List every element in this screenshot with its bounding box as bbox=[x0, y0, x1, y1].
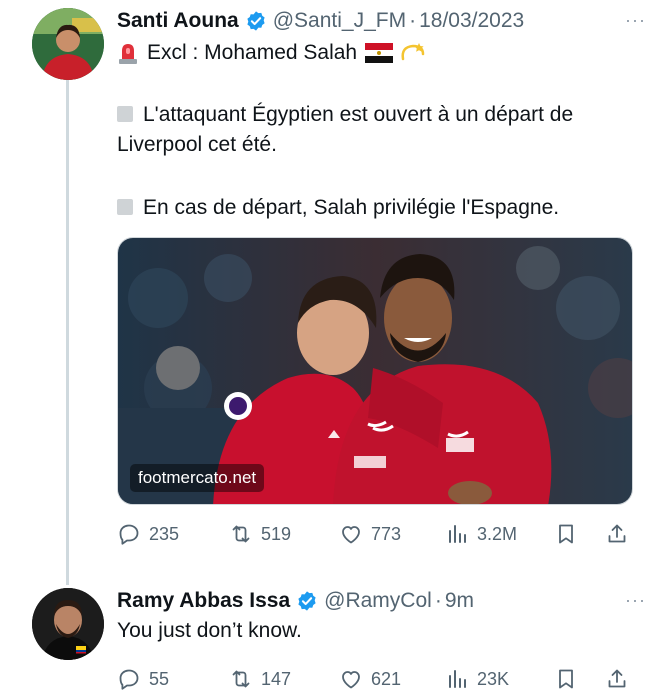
author-handle[interactable]: @Santi_J_FM bbox=[273, 9, 406, 33]
like-button[interactable]: 621 bbox=[339, 663, 401, 695]
tweet-text-paragraph: L'attaquant Égyptien est ouvert à un dép… bbox=[117, 100, 636, 160]
share-button[interactable] bbox=[605, 663, 629, 695]
bookmark-button[interactable] bbox=[554, 663, 578, 695]
repost-icon bbox=[232, 670, 250, 688]
more-options-icon[interactable]: ··· bbox=[625, 10, 646, 31]
repost-button[interactable]: 519 bbox=[229, 518, 291, 550]
separator-dot: · bbox=[434, 589, 442, 612]
like-icon bbox=[342, 526, 360, 544]
views-icon bbox=[449, 525, 466, 543]
views-button[interactable]: 23K bbox=[445, 663, 509, 695]
tweet-text-paragraph: En cas de départ, Salah privilégie l'Esp… bbox=[117, 193, 636, 223]
views-count: 3.2M bbox=[477, 523, 518, 544]
bullet-square-icon bbox=[117, 106, 133, 122]
reply-count: 55 bbox=[149, 668, 170, 689]
timestamp[interactable]: 9m bbox=[445, 589, 474, 613]
author-name[interactable]: Santi Aouna bbox=[117, 9, 239, 33]
views-count: 23K bbox=[477, 668, 510, 689]
tweet-text-line1: Excl : Mohamed Salah bbox=[117, 38, 636, 68]
repost-count: 147 bbox=[261, 668, 292, 689]
tweet-text: You just don’t know. bbox=[117, 619, 302, 642]
siren-emoji-icon bbox=[117, 41, 139, 65]
tweet-actions: 55 147 621 23K bbox=[117, 663, 637, 695]
paragraph-text: L'attaquant Égyptien est ouvert à un dép… bbox=[117, 103, 574, 156]
egypt-flag-icon bbox=[365, 43, 394, 63]
tweet-media-photo[interactable]: footmercato.net bbox=[117, 237, 633, 505]
more-options-icon[interactable]: ··· bbox=[625, 590, 646, 611]
bullet-square-icon bbox=[117, 199, 133, 215]
avatar-image bbox=[32, 588, 104, 660]
watermark-label: footmercato.net bbox=[130, 464, 265, 492]
reply-tweet[interactable]: Ramy Abbas Issa @RamyCol · 9m ··· You ju… bbox=[0, 580, 666, 699]
timestamp[interactable]: 18/03/2023 bbox=[419, 9, 524, 33]
reply-icon bbox=[119, 524, 139, 545]
repost-icon bbox=[232, 525, 250, 543]
reply-count: 235 bbox=[149, 523, 180, 544]
tweet-header: Santi Aouna @Santi_J_FM · 18/03/2023 ··· bbox=[117, 6, 646, 36]
views-button[interactable]: 3.2M bbox=[445, 518, 517, 550]
repost-button[interactable]: 147 bbox=[229, 663, 291, 695]
paragraph-text: En cas de départ, Salah privilégie l'Esp… bbox=[143, 196, 560, 219]
views-icon bbox=[449, 670, 466, 688]
bookmark-button[interactable] bbox=[554, 518, 578, 550]
share-icon bbox=[608, 669, 626, 688]
repost-count: 519 bbox=[261, 523, 292, 544]
reply-icon bbox=[119, 669, 139, 690]
verified-badge-icon bbox=[296, 590, 318, 612]
dizzy-emoji-icon bbox=[399, 41, 427, 65]
bookmark-icon bbox=[559, 669, 573, 689]
tweet-header: Ramy Abbas Issa @RamyCol · 9m ··· bbox=[117, 586, 646, 616]
headline-text: Excl : Mohamed Salah bbox=[147, 41, 358, 64]
avatar[interactable] bbox=[32, 588, 104, 660]
share-icon bbox=[608, 524, 626, 543]
tweet[interactable]: Santi Aouna @Santi_J_FM · 18/03/2023 ···… bbox=[0, 0, 666, 570]
bookmark-icon bbox=[559, 524, 573, 544]
reply-button[interactable]: 235 bbox=[117, 518, 179, 550]
verified-badge-icon bbox=[245, 10, 267, 32]
like-count: 621 bbox=[371, 668, 402, 689]
author-handle[interactable]: @RamyCol bbox=[324, 589, 432, 613]
separator-dot: · bbox=[409, 9, 417, 32]
tweet-actions: 235 519 773 3.2M bbox=[117, 518, 637, 550]
share-button[interactable] bbox=[605, 518, 629, 550]
like-count: 773 bbox=[371, 523, 402, 544]
like-icon bbox=[342, 671, 360, 689]
author-name[interactable]: Ramy Abbas Issa bbox=[117, 589, 290, 613]
like-button[interactable]: 773 bbox=[339, 518, 401, 550]
avatar[interactable] bbox=[32, 8, 104, 80]
reply-button[interactable]: 55 bbox=[117, 663, 169, 695]
avatar-image bbox=[32, 8, 104, 80]
